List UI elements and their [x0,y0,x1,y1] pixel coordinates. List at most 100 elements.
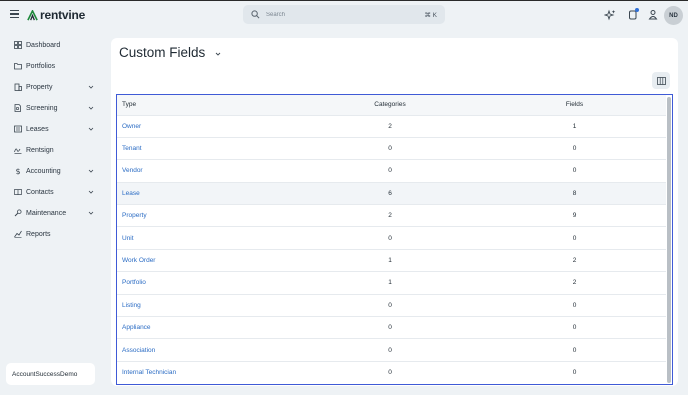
type-cell: Property [117,205,297,227]
document-search-icon [14,104,21,112]
fields-cell: 8 [572,189,577,197]
table-row[interactable]: Unit 0 0 [117,226,666,249]
sidebar-item-property[interactable]: Property [14,80,94,94]
table-row[interactable]: Appliance 0 0 [117,316,666,339]
type-link[interactable]: Work Order [122,257,155,264]
sidebar-item-label: Property [26,83,53,91]
building-icon [14,83,22,91]
custom-fields-table: Type Categories Fields Owner 2 1 Tenant 0 0 Ve… [116,94,673,385]
column-header-categories[interactable]: Categories [297,95,483,115]
chevron-down-icon [88,211,94,215]
fields-cell: 2 [572,257,577,265]
notification-dot [635,8,639,12]
page-title: Custom Fields [119,45,206,60]
search-shortcut: ⌘ K [424,11,437,19]
user-help-icon[interactable] [647,9,659,21]
fields-cell: 0 [572,301,577,309]
categories-cell: 1 [388,257,392,265]
type-cell: Owner [117,115,297,137]
type-link[interactable]: Lease [122,190,140,197]
table-row[interactable]: Owner 2 1 [117,115,666,137]
chevron-down-icon [88,127,94,131]
fields-cell: 0 [572,324,577,332]
table-row[interactable]: Internal Technician 0 0 [117,361,666,383]
chart-icon [14,230,22,238]
categories-cell: 0 [388,346,392,354]
type-cell: Listing [117,294,297,316]
type-link[interactable]: Owner [122,123,141,130]
sidebar-item-screening[interactable]: Screening [14,101,94,115]
type-link[interactable]: Tenant [122,145,142,152]
categories-cell: 6 [388,189,392,197]
sidebar-item-rentsign[interactable]: Rentsign [14,143,94,157]
chevron-down-icon [88,169,94,173]
categories-cell: 1 [388,279,392,287]
sidebar-item-reports[interactable]: Reports [14,227,94,241]
table-row[interactable]: Lease 6 8 [117,182,666,205]
fields-cell: 0 [572,346,577,354]
table-row[interactable]: Association 0 0 [117,338,666,361]
type-cell: Association [117,339,297,361]
type-link[interactable]: Association [122,347,155,354]
sidebar-item-label: Dashboard [26,41,61,49]
account-switcher[interactable]: AccountSuccessDemo [6,363,95,385]
column-header-fields[interactable]: Fields [483,95,666,115]
main-panel: Custom Fields Type Categories Fields Own… [111,38,678,386]
table-row[interactable]: Vendor 0 0 [117,159,666,182]
sidebar-item-maintenance[interactable]: Maintenance [14,206,94,220]
type-link[interactable]: Listing [122,302,141,309]
sparkle-icon[interactable] [604,9,616,21]
sidebar-item-dashboard[interactable]: Dashboard [14,38,94,52]
search-icon [251,10,260,19]
sidebar: Dashboard Portfolios Property Screening … [0,28,104,395]
lease-icon [14,125,22,133]
search-input[interactable] [266,11,425,18]
type-link[interactable]: Property [122,212,147,219]
categories-cell: 2 [388,212,392,220]
table-row[interactable]: Work Order 1 2 [117,249,666,271]
type-link[interactable]: Unit [122,235,134,242]
type-link[interactable]: Internal Technician [122,369,176,376]
sidebar-item-contacts[interactable]: Contacts [14,185,94,199]
column-header-type[interactable]: Type [117,95,297,115]
categories-cell: 2 [388,122,392,130]
fields-cell: 0 [572,167,577,175]
brand-logo[interactable]: rentvine [27,8,85,22]
type-link[interactable]: Portfolio [122,279,146,286]
sidebar-item-leases[interactable]: Leases [14,122,94,136]
sidebar-item-label: Leases [26,125,49,133]
sidebar-item-label: Accounting [26,167,61,175]
contacts-icon [14,189,22,196]
categories-cell: 0 [388,234,392,242]
scrollbar[interactable] [667,97,671,383]
table-row[interactable]: Portfolio 1 2 [117,271,666,294]
table-row[interactable]: Listing 0 0 [117,294,666,316]
sidebar-item-accounting[interactable]: $ Accounting [14,164,94,178]
type-link[interactable]: Appliance [122,324,151,331]
type-cell: Lease [117,182,297,204]
type-cell: Vendor [117,160,297,182]
sidebar-item-portfolios[interactable]: Portfolios [14,59,94,73]
menu-icon[interactable] [10,10,19,18]
fields-cell: 0 [572,234,577,242]
table-header-row: Type Categories Fields [117,95,666,115]
type-cell: Portfolio [117,272,297,294]
column-toggle-button[interactable] [652,72,670,89]
table-row[interactable]: Property 2 9 [117,204,666,227]
categories-cell: 0 [388,301,392,309]
brand-name: rentvine [40,8,86,22]
categories-cell: 0 [388,167,392,175]
chevron-down-icon[interactable] [215,51,221,57]
avatar[interactable]: ND [664,6,683,25]
table-row[interactable]: Tenant 0 0 [117,137,666,159]
type-cell: Internal Technician [117,361,297,383]
search-bar[interactable]: ⌘ K [243,5,445,24]
sidebar-item-label: Screening [26,104,58,112]
type-link[interactable]: Vendor [122,167,143,174]
categories-cell: 0 [388,369,392,377]
sidebar-item-label: Contacts [26,188,54,196]
wrench-icon [14,209,22,217]
rentvine-logo-icon [27,9,38,20]
dashboard-icon [14,41,22,49]
dollar-icon: $ [16,167,21,175]
